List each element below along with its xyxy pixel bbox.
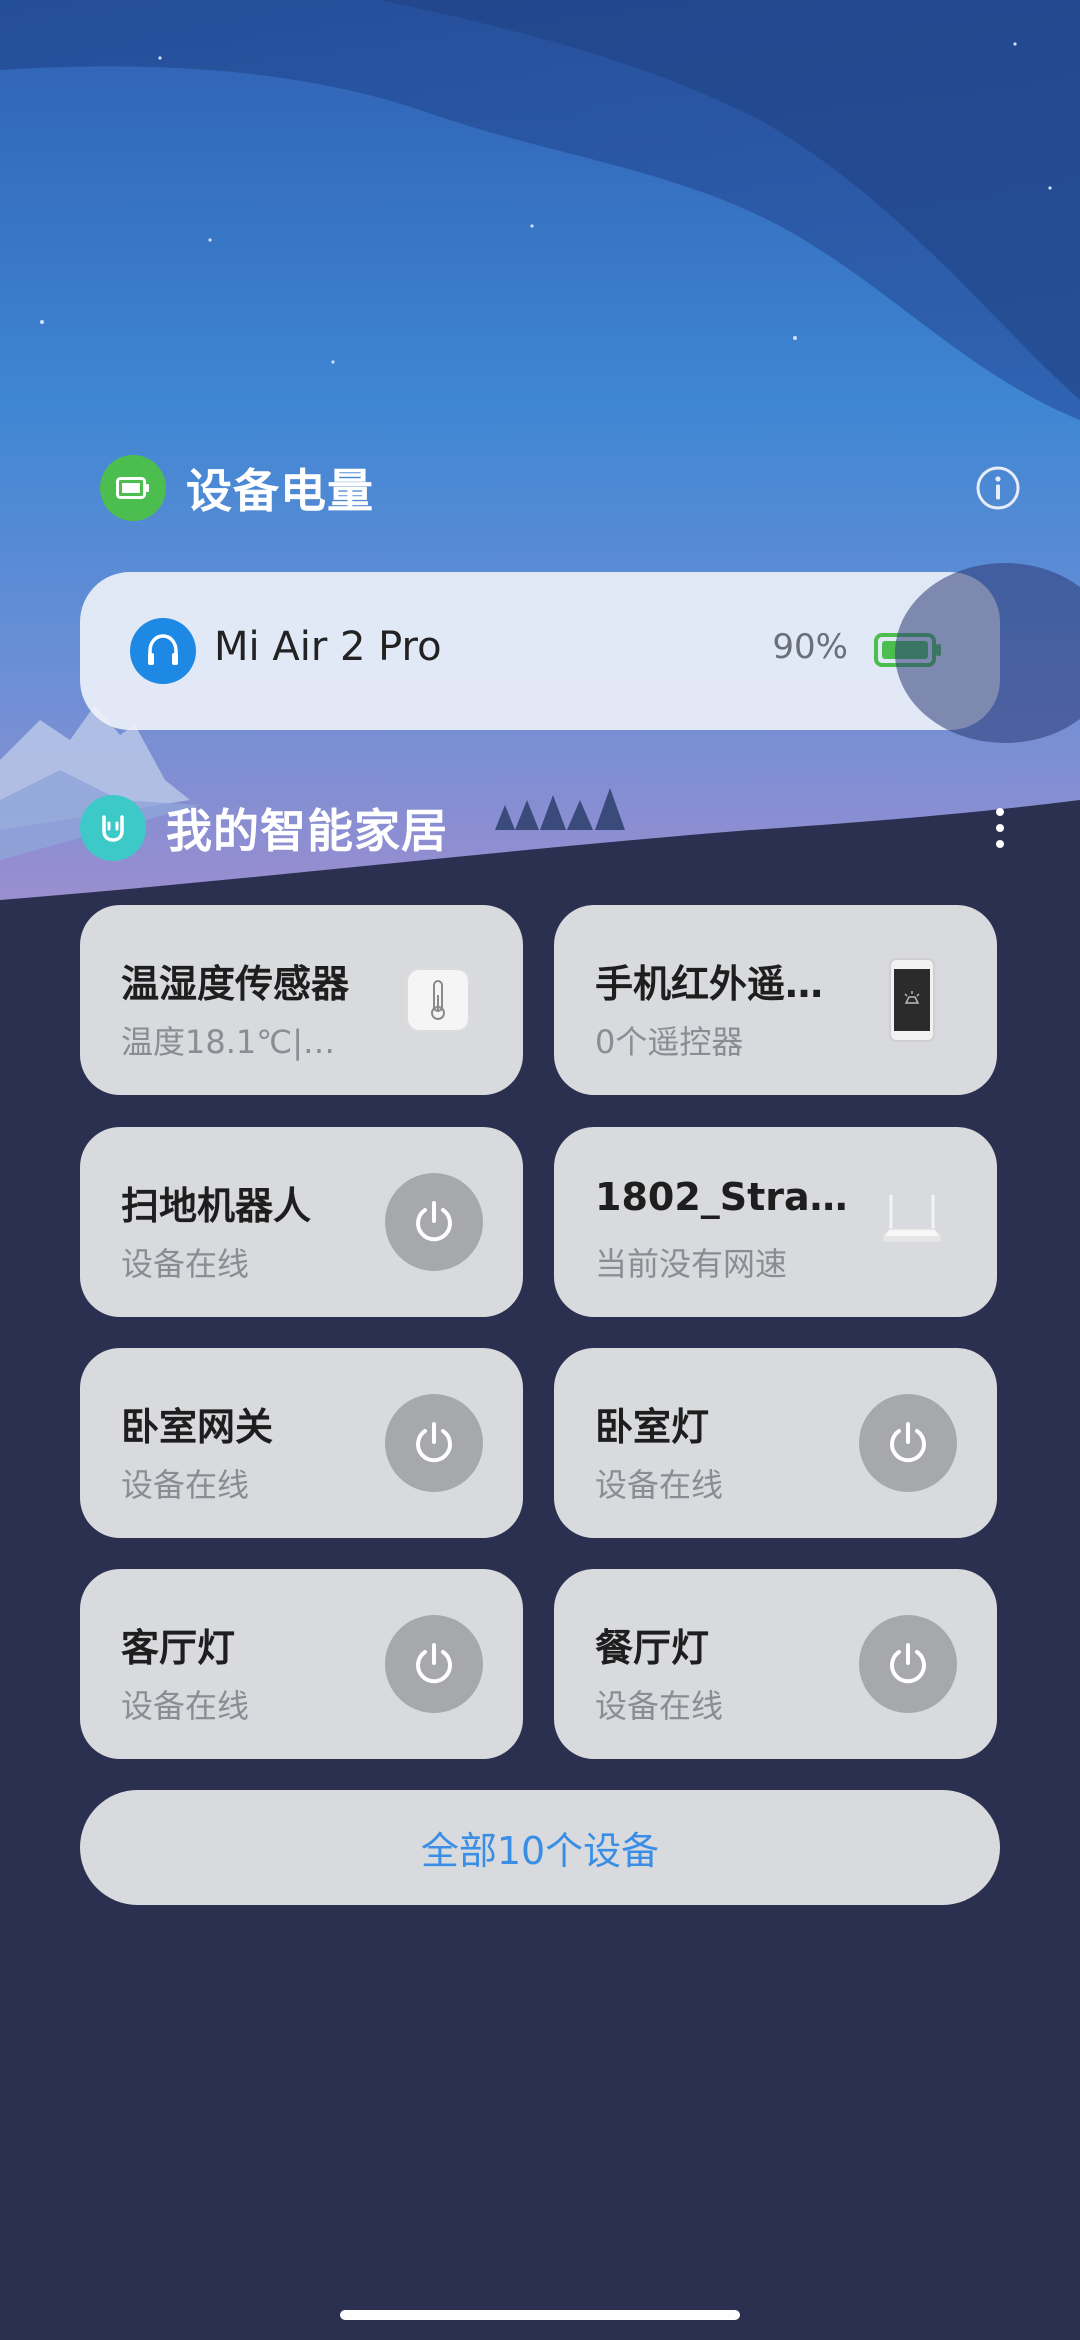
battery-section-icon [100, 455, 166, 521]
device-tile-bedroom-light[interactable]: 卧室灯 设备在线 [554, 1348, 997, 1538]
headphones-icon [130, 618, 196, 684]
all-devices-button[interactable]: 全部10个设备 [80, 1790, 1000, 1905]
device-name: Mi Air 2 Pro [214, 624, 442, 670]
device-tile-name: 手机红外遥… [595, 962, 824, 1006]
info-icon[interactable] [975, 465, 1021, 511]
power-icon[interactable] [859, 1394, 957, 1492]
smart-home-section-header: 我的智能家居 [80, 795, 448, 861]
device-tile-name: 卧室灯 [595, 1405, 710, 1449]
device-tile-name: 卧室网关 [121, 1405, 274, 1449]
device-tile-router[interactable]: 1802_Stra… 当前没有网速 [554, 1127, 997, 1317]
device-tile-status: 当前没有网速 [595, 1245, 788, 1283]
power-icon[interactable] [385, 1394, 483, 1492]
device-tile-status: 设备在线 [121, 1466, 250, 1504]
home-indicator[interactable] [340, 2310, 740, 2320]
device-tile-name: 扫地机器人 [121, 1184, 312, 1228]
battery-section-header: 设备电量 [100, 455, 374, 521]
power-icon[interactable] [385, 1615, 483, 1713]
device-tile-status: 设备在线 [595, 1687, 724, 1725]
device-tile-bedroom-gateway[interactable]: 卧室网关 设备在线 [80, 1348, 523, 1538]
battery-percent: 90% [772, 627, 848, 667]
device-tile-status: 0个遥控器 [595, 1023, 744, 1061]
device-battery-card[interactable]: Mi Air 2 Pro 90% [80, 572, 1000, 730]
thermometer-icon [393, 955, 483, 1045]
battery-section-title: 设备电量 [186, 464, 374, 518]
device-tile-robot-vacuum[interactable]: 扫地机器人 设备在线 [80, 1127, 523, 1317]
device-tile-temperature-sensor[interactable]: 温湿度传感器 温度18.1℃|… [80, 905, 523, 1095]
device-tile-status: 设备在线 [121, 1245, 250, 1283]
device-tile-living-room-light[interactable]: 客厅灯 设备在线 [80, 1569, 523, 1759]
power-icon[interactable] [385, 1173, 483, 1271]
device-tile-name: 温湿度传感器 [121, 962, 350, 1006]
screen: 设备电量 Mi Air 2 Pro 90% 我的智能家居 温湿度传感器 温度18… [0, 0, 1080, 2340]
mi-home-icon [80, 795, 146, 861]
device-tile-name: 1802_Stra… [595, 1175, 848, 1219]
phone-remote-icon [867, 955, 957, 1045]
device-tile-name: 客厅灯 [121, 1626, 236, 1670]
device-tile-status: 设备在线 [121, 1687, 250, 1725]
power-icon[interactable] [859, 1615, 957, 1713]
more-options-icon[interactable] [994, 806, 1006, 856]
device-tile-status: 设备在线 [595, 1466, 724, 1504]
device-tile-dining-room-light[interactable]: 餐厅灯 设备在线 [554, 1569, 997, 1759]
device-tile-name: 餐厅灯 [595, 1626, 710, 1670]
smart-home-section-title: 我的智能家居 [166, 804, 448, 858]
device-tile-status: 温度18.1℃|… [121, 1023, 335, 1061]
router-icon [867, 1177, 957, 1267]
device-tile-ir-remote[interactable]: 手机红外遥… 0个遥控器 [554, 905, 997, 1095]
